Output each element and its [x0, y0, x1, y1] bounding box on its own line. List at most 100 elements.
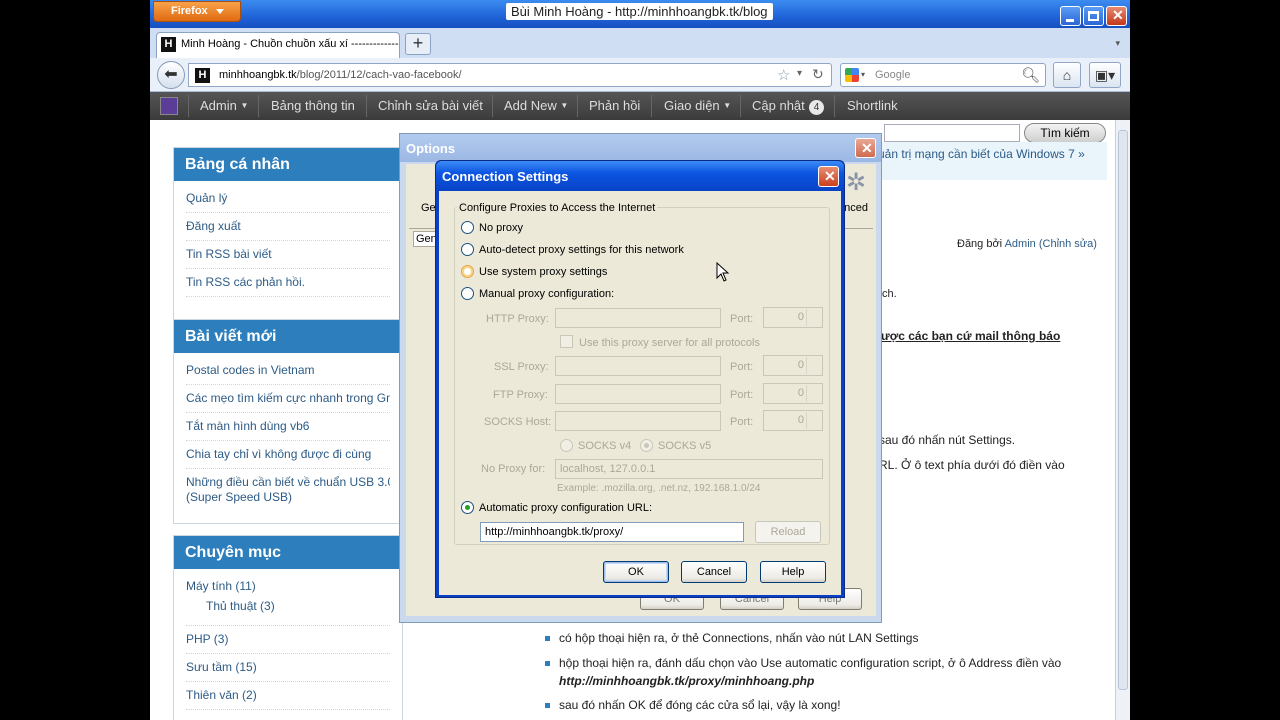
- category-item[interactable]: Sưu tầm (15): [186, 654, 390, 682]
- wp-logo-icon[interactable]: [160, 97, 178, 115]
- sidebar-link-logout[interactable]: Đăng xuất: [186, 213, 390, 241]
- search-input[interactable]: Google: [875, 69, 910, 81]
- url-path: /blog/2011/12/cach-vao-facebook/: [296, 69, 462, 81]
- ok-button[interactable]: OK: [603, 561, 669, 583]
- connection-settings-body: Configure Proxies to Access the Internet…: [439, 191, 841, 595]
- ssl-port-stepper[interactable]: 0: [763, 355, 823, 376]
- sidebar-link-manage[interactable]: Quản lý: [186, 185, 390, 213]
- scrollbar-thumb[interactable]: [1118, 130, 1128, 690]
- adminbar-item-shortlink[interactable]: Shortlink: [847, 98, 898, 113]
- magnifier-icon[interactable]: 🔍︎: [1021, 66, 1040, 84]
- list-item[interactable]: Các mẹo tìm kiếm cực nhanh trong Gm: [186, 385, 390, 413]
- http-proxy-field[interactable]: [555, 308, 721, 328]
- connection-settings-title: Connection Settings: [436, 161, 844, 191]
- adminbar-item-dashboard[interactable]: Bảng thông tin: [271, 98, 355, 113]
- radio-label[interactable]: Use system proxy settings: [479, 266, 607, 278]
- radio-no-proxy[interactable]: [461, 221, 474, 234]
- back-arrow-icon: ⬅: [164, 66, 178, 83]
- firefox-menu-button[interactable]: Firefox: [153, 1, 241, 22]
- new-tab-button[interactable]: +: [405, 33, 431, 55]
- history-dropdown-icon[interactable]: ▾: [797, 68, 802, 79]
- proxy-groupbox: [454, 207, 830, 545]
- page-scrollbar[interactable]: [1115, 120, 1130, 720]
- radio-label[interactable]: Manual proxy configuration:: [479, 288, 614, 300]
- socks-port-stepper[interactable]: 0: [763, 410, 823, 431]
- site-search-button[interactable]: Tìm kiếm: [1024, 123, 1106, 143]
- maximize-icon: [1088, 11, 1099, 21]
- cancel-button[interactable]: Cancel: [681, 561, 747, 583]
- post-author-line: Đăng bởi Admin (Chỉnh sửa): [957, 238, 1097, 250]
- list-all-tabs-icon[interactable]: ▾: [1115, 38, 1120, 49]
- post-title-line-1: Những điều cần biết về chuẩn USB 3.0: [186, 475, 390, 489]
- ftp-proxy-label: FTP Proxy:: [493, 389, 548, 401]
- http-proxy-label: HTTP Proxy:: [486, 313, 549, 325]
- divider: [366, 95, 367, 117]
- list-item[interactable]: Chia tay chỉ vì không được đi cùng: [186, 441, 390, 469]
- site-identity-icon[interactable]: H: [195, 68, 210, 83]
- radio-label[interactable]: Auto-detect proxy settings for this netw…: [479, 244, 684, 256]
- radio-auto-config-url[interactable]: [461, 501, 474, 514]
- maximize-button[interactable]: [1083, 6, 1104, 26]
- home-icon: ⌂: [1062, 67, 1072, 83]
- sidebar-link-rss-comments[interactable]: Tin RSS các phản hồi.: [186, 269, 390, 297]
- same-proxy-checkbox[interactable]: [560, 335, 573, 348]
- mouse-cursor-icon: [716, 262, 730, 282]
- auto-config-url-input[interactable]: http://minhhoangbk.tk/proxy/: [480, 522, 744, 542]
- ssl-proxy-field[interactable]: [555, 356, 721, 376]
- radio-label[interactable]: SOCKS v4: [578, 440, 631, 452]
- adminbar-item-admin[interactable]: Admin ▼: [200, 98, 248, 113]
- radio-system-proxy[interactable]: [461, 265, 474, 278]
- http-port-stepper[interactable]: 0: [763, 307, 823, 328]
- related-link[interactable]: uản trị mạng cần biết của Windows 7 »: [878, 147, 1085, 161]
- list-item[interactable]: Những điều cần biết về chuẩn USB 3.0 (Sup…: [186, 469, 390, 512]
- addon-button[interactable]: ▣▾: [1089, 62, 1121, 88]
- radio-socks-v5[interactable]: [640, 439, 653, 452]
- edit-link[interactable]: (Chỉnh sửa): [1039, 238, 1097, 250]
- search-box[interactable]: ▾ Google 🔍︎: [840, 63, 1046, 87]
- divider: [651, 95, 652, 117]
- bookmark-star-icon[interactable]: ☆: [777, 66, 790, 84]
- ftp-port-stepper[interactable]: 0: [763, 383, 823, 404]
- author-link[interactable]: Admin: [1005, 238, 1036, 250]
- radio-label[interactable]: No proxy: [479, 222, 523, 234]
- category-item[interactable]: PHP (3): [186, 626, 390, 654]
- site-search-input[interactable]: [884, 124, 1020, 142]
- home-button[interactable]: ⌂: [1053, 62, 1081, 88]
- address-bar[interactable]: H minhhoangbk.tk/blog/2011/12/cach-vao-f…: [188, 63, 832, 87]
- connection-close-button[interactable]: ✕: [818, 166, 839, 187]
- adminbar-item-add-new[interactable]: Add New ▼: [504, 98, 568, 113]
- list-item[interactable]: Postal codes in Vietnam: [186, 357, 390, 385]
- help-button[interactable]: Help: [760, 561, 826, 583]
- category-item[interactable]: Thủ thuật (3): [186, 596, 390, 626]
- radio-label[interactable]: Automatic proxy configuration URL:: [479, 502, 652, 514]
- list-item[interactable]: Tắt màn hình dùng vb6: [186, 413, 390, 441]
- adminbar-item-comments[interactable]: Phản hồi: [589, 98, 640, 113]
- adminbar-item-appearance[interactable]: Giao diện ▼: [664, 98, 731, 113]
- adminbar-item-updates[interactable]: Cập nhật 4: [752, 98, 825, 115]
- options-close-button[interactable]: ✕: [855, 138, 876, 158]
- category-item[interactable]: Máy tính (11): [186, 573, 390, 596]
- engine-dropdown-icon[interactable]: ▾: [861, 70, 865, 79]
- radio-manual-proxy[interactable]: [461, 287, 474, 300]
- tab-strip: H Minh Hoàng - Chuồn chuồn xấu xí ------…: [150, 28, 1130, 58]
- ftp-proxy-field[interactable]: [555, 384, 721, 404]
- tab-active[interactable]: H Minh Hoàng - Chuồn chuồn xấu xí ------…: [156, 32, 400, 58]
- socks-host-field[interactable]: [555, 411, 721, 431]
- radio-label[interactable]: SOCKS v5: [658, 440, 711, 452]
- reload-button[interactable]: Reload: [755, 521, 821, 543]
- divider: [577, 95, 578, 117]
- back-button[interactable]: ⬅: [157, 61, 185, 89]
- divider: [188, 95, 189, 117]
- advanced-gear-icon[interactable]: ✲: [846, 168, 866, 197]
- radio-auto-detect[interactable]: [461, 243, 474, 256]
- sidebar-link-rss-posts[interactable]: Tin RSS bài viết: [186, 241, 390, 269]
- no-proxy-field[interactable]: localhost, 127.0.0.1: [555, 459, 823, 479]
- radio-socks-v4[interactable]: [560, 439, 573, 452]
- reload-icon[interactable]: ↻: [812, 66, 824, 83]
- minimize-button[interactable]: [1060, 6, 1081, 26]
- category-item[interactable]: Thiên văn (2): [186, 682, 390, 710]
- adminbar-item-edit-post[interactable]: Chỉnh sửa bài viết: [378, 98, 483, 113]
- close-window-button[interactable]: ✕: [1106, 6, 1127, 26]
- google-engine-icon[interactable]: [845, 68, 859, 82]
- author-prefix: Đăng bởi: [957, 238, 1003, 250]
